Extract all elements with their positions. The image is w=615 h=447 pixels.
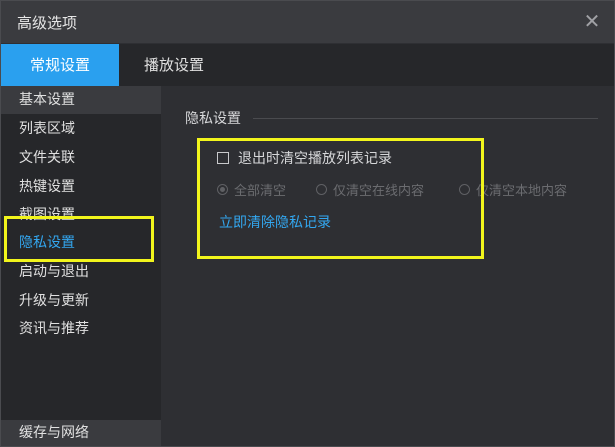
tab-bar: 常规设置 播放设置: [1, 44, 614, 86]
section-divider: [253, 118, 598, 119]
section-title: 隐私设置: [185, 111, 241, 127]
sidebar-item-hotkeys[interactable]: 热键设置: [1, 173, 161, 201]
radio-label: 全部清空: [234, 184, 287, 199]
radio-clear-local[interactable]: 仅清空本地内容: [459, 180, 567, 199]
checkbox-label: 退出时清空播放列表记录: [238, 151, 392, 167]
sidebar-item-list-area[interactable]: 列表区域: [1, 115, 161, 143]
checkbox-box[interactable]: [217, 152, 229, 164]
sidebar-item-file-association[interactable]: 文件关联: [1, 144, 161, 172]
radio-label: 仅清空本地内容: [476, 184, 568, 199]
title-bar: 高级选项 ✕: [1, 1, 614, 43]
tab-playback-settings[interactable]: 播放设置: [119, 44, 229, 86]
sidebar-item-privacy[interactable]: 隐私设置: [1, 229, 161, 257]
radio-button[interactable]: [459, 184, 470, 195]
sidebar-item-upgrade[interactable]: 升级与更新: [1, 287, 161, 315]
sidebar-item-basic[interactable]: 基本设置: [1, 86, 161, 114]
sidebar-item-startup-exit[interactable]: 启动与退出: [1, 258, 161, 286]
sidebar-item-news[interactable]: 资讯与推荐: [1, 315, 161, 343]
advanced-options-window: 高级选项 ✕ 常规设置 播放设置 基本设置 列表区域 文件关联 热键设置 截图设…: [0, 0, 615, 447]
sidebar-item-screenshot[interactable]: 截图设置: [1, 201, 161, 229]
tab-general-settings[interactable]: 常规设置: [1, 44, 119, 86]
clear-playlist-on-exit-checkbox[interactable]: 退出时清空播放列表记录: [217, 148, 392, 168]
radio-button[interactable]: [217, 184, 228, 195]
radio-button[interactable]: [316, 184, 327, 195]
clear-privacy-link[interactable]: 立即清除隐私记录: [219, 212, 331, 232]
radio-clear-online[interactable]: 仅清空在线内容: [316, 180, 424, 199]
privacy-settings-panel: 隐私设置 退出时清空播放列表记录 全部清空 仅清空在线内容 仅清空本地内容 立即…: [161, 86, 614, 446]
window-title: 高级选项: [17, 14, 78, 32]
radio-clear-all[interactable]: 全部清空: [217, 180, 286, 199]
radio-label: 仅清空在线内容: [333, 184, 425, 199]
sidebar: 基本设置 列表区域 文件关联 热键设置 截图设置 隐私设置 启动与退出 升级与更…: [1, 86, 161, 446]
sidebar-item-cache-network[interactable]: 缓存与网络: [1, 420, 161, 446]
close-icon[interactable]: ✕: [580, 9, 604, 33]
